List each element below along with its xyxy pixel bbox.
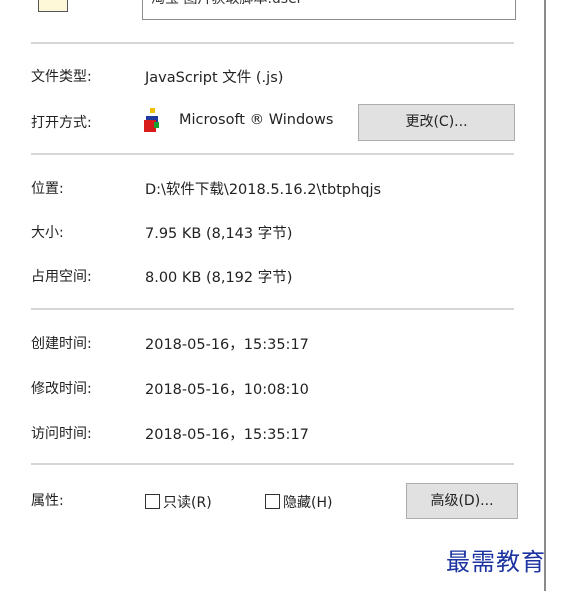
modified-label: 修改时间:	[31, 381, 92, 397]
separator	[31, 153, 514, 155]
watermark-text: 最需教育	[446, 548, 546, 576]
properties-dialog: 淘宝 图片获取脚本.user 文件类型: JavaScript 文件 (.js)…	[0, 0, 546, 591]
hidden-checkbox[interactable]	[265, 494, 280, 509]
separator	[31, 42, 514, 44]
readonly-checkbox[interactable]	[145, 494, 160, 509]
file-name-field[interactable]: 淘宝 图片获取脚本.user	[142, 0, 516, 20]
created-value: 2018-05-16，15:35:17	[145, 337, 309, 353]
accessed-label: 访问时间:	[31, 426, 92, 442]
hidden-label[interactable]: 隐藏(H)	[283, 492, 332, 512]
opens-with-value: Microsoft ® Windows	[179, 112, 334, 128]
attributes-label: 属性:	[31, 493, 64, 509]
separator	[31, 463, 514, 465]
location-value: D:\软件下载\2018.5.16.2\tbtphqjs	[145, 182, 382, 198]
opens-with-label: 打开方式:	[31, 115, 92, 131]
size-value: 7.95 KB (8,143 字节)	[145, 226, 293, 242]
created-label: 创建时间:	[31, 336, 92, 352]
separator	[31, 308, 514, 310]
readonly-label[interactable]: 只读(R)	[163, 492, 212, 512]
location-label: 位置:	[31, 181, 64, 197]
window-edge	[546, 0, 570, 591]
advanced-button[interactable]: 高级(D)...	[406, 483, 518, 519]
accessed-value: 2018-05-16，15:35:17	[145, 427, 309, 443]
change-button[interactable]: 更改(C)...	[358, 104, 515, 141]
size-on-disk-label: 占用空间:	[31, 269, 92, 285]
modified-value: 2018-05-16，10:08:10	[145, 382, 309, 398]
size-label: 大小:	[31, 225, 64, 241]
file-type-value: JavaScript 文件 (.js)	[145, 70, 284, 86]
windows-script-host-icon	[144, 108, 159, 132]
js-file-icon	[38, 0, 68, 12]
size-on-disk-value: 8.00 KB (8,192 字节)	[145, 270, 293, 286]
file-type-label: 文件类型:	[31, 69, 92, 85]
